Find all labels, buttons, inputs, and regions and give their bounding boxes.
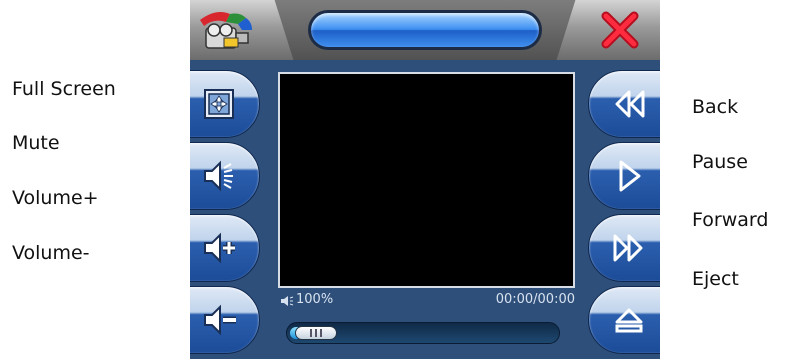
label-mute: Mute xyxy=(12,132,60,154)
media-player-window: 100% 00:00/00:00 xyxy=(190,0,660,359)
label-eject: Eject xyxy=(692,268,739,290)
status-row: 100% 00:00/00:00 xyxy=(278,290,575,312)
label-back: Back xyxy=(692,96,739,118)
volume-level: 100% xyxy=(296,292,334,307)
eject-button[interactable] xyxy=(588,286,660,354)
full-screen-icon xyxy=(204,89,234,119)
title-bar xyxy=(190,0,660,60)
label-volume-up: Volume+ xyxy=(12,187,99,209)
volume-down-icon xyxy=(204,304,236,336)
mute-icon xyxy=(204,160,233,192)
mute-button[interactable] xyxy=(190,142,260,210)
label-full-screen: Full Screen xyxy=(12,78,116,100)
close-button[interactable] xyxy=(580,0,660,60)
rewind-icon xyxy=(615,90,645,118)
play-triangle-icon xyxy=(619,160,641,192)
fast-forward-icon xyxy=(613,234,643,262)
thumb-grip xyxy=(320,329,322,337)
label-forward: Forward xyxy=(692,209,769,231)
thumb-grip xyxy=(315,329,317,337)
forward-button[interactable] xyxy=(588,214,660,282)
back-button[interactable] xyxy=(588,70,660,138)
close-x-icon xyxy=(601,11,639,49)
title-pill xyxy=(308,10,542,50)
time-display: 00:00/00:00 xyxy=(495,292,575,307)
volume-up-button[interactable] xyxy=(190,214,260,282)
speaker-icon xyxy=(281,296,294,306)
seek-bar-thumb[interactable] xyxy=(295,326,337,340)
volume-down-button[interactable] xyxy=(190,286,260,354)
label-pause: Pause xyxy=(692,151,748,173)
seek-bar[interactable] xyxy=(286,322,560,344)
full-screen-button[interactable] xyxy=(190,70,260,138)
thumb-grip xyxy=(310,329,312,337)
video-camera-icon xyxy=(200,12,252,49)
video-display[interactable] xyxy=(278,72,575,288)
volume-up-icon xyxy=(204,232,235,264)
pause-button[interactable] xyxy=(588,142,660,210)
label-volume-down: Volume- xyxy=(12,242,90,264)
eject-icon xyxy=(615,308,643,333)
